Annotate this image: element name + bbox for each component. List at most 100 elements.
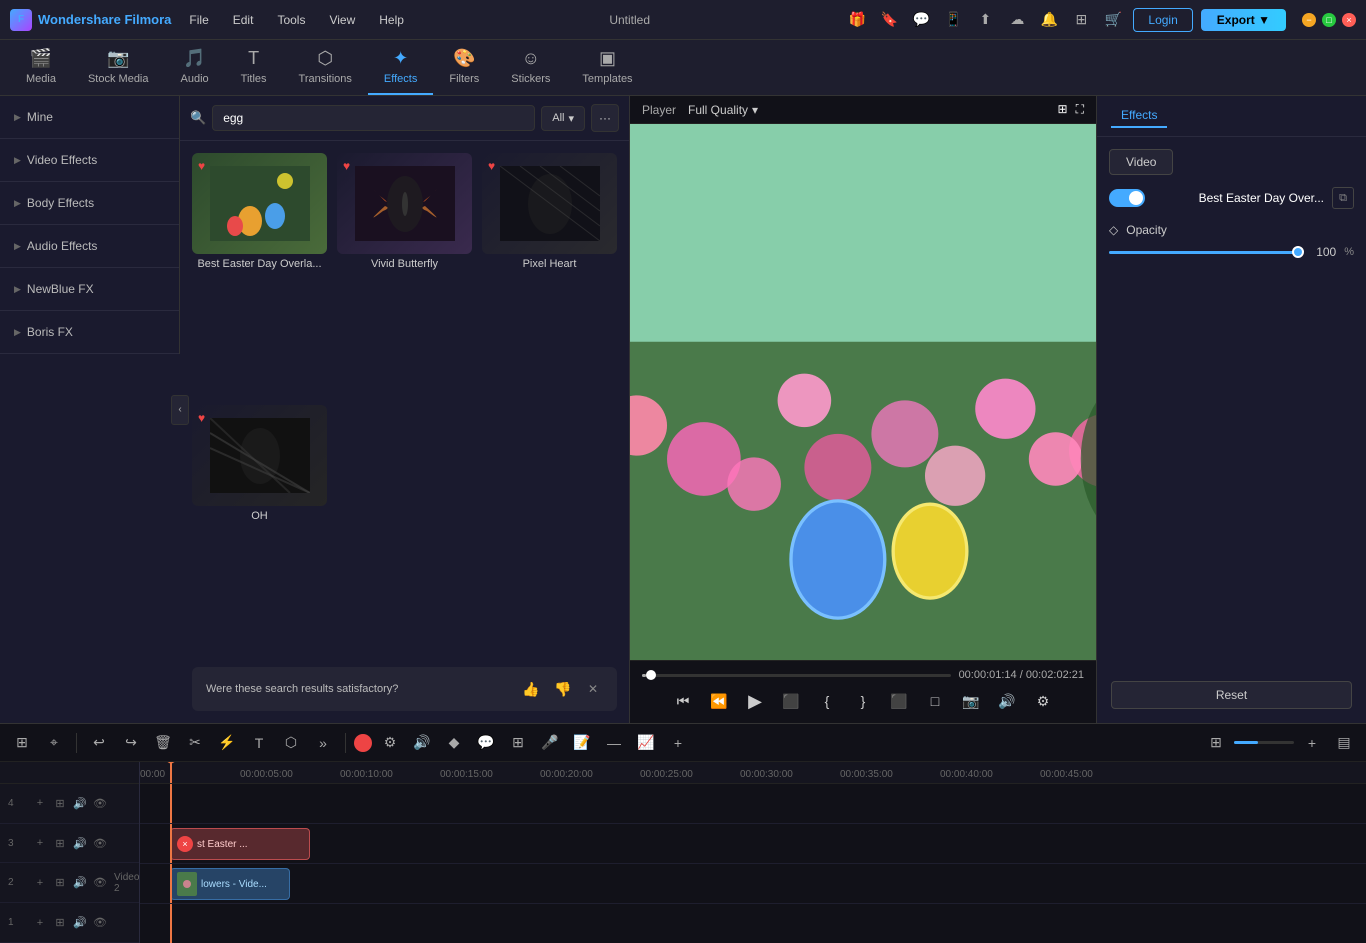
- timeline-track-1[interactable]: [140, 904, 1366, 943]
- apps-icon[interactable]: ⊞: [1069, 8, 1093, 32]
- cloud-icon[interactable]: ☁: [1005, 8, 1029, 32]
- crop-button[interactable]: ⬡: [277, 729, 305, 757]
- bell-icon[interactable]: 🔔: [1037, 8, 1061, 32]
- tab-filters[interactable]: 🎨 Filters: [433, 40, 495, 95]
- track-2-visibility[interactable]: 👁: [92, 875, 108, 891]
- step-back-button[interactable]: ⏪: [705, 687, 733, 715]
- search-input[interactable]: [212, 105, 535, 131]
- opacity-dot[interactable]: [1292, 246, 1304, 258]
- layout-button[interactable]: ▤: [1330, 729, 1358, 757]
- track-4-add[interactable]: +: [32, 795, 48, 811]
- menu-help[interactable]: Help: [369, 9, 414, 31]
- reset-button[interactable]: Reset: [1111, 681, 1352, 709]
- playhead[interactable]: [170, 762, 172, 783]
- clip-flowers-video[interactable]: lowers - Vide...: [170, 868, 290, 900]
- thumbs-down-button[interactable]: 👎: [551, 677, 575, 701]
- gift-icon[interactable]: 🎁: [845, 8, 869, 32]
- thumbs-up-button[interactable]: 👍: [519, 677, 543, 701]
- split-button[interactable]: ⚡: [213, 729, 241, 757]
- track-3-resize[interactable]: ⊞: [52, 835, 68, 851]
- grid-view-icon[interactable]: ⊞: [1058, 102, 1068, 117]
- in-point-button[interactable]: {: [813, 687, 841, 715]
- track-1-resize[interactable]: ⊞: [52, 915, 68, 931]
- more-button[interactable]: ⚙: [1029, 687, 1057, 715]
- video-tab-button[interactable]: Video: [1109, 149, 1173, 175]
- fit-to-screen-button[interactable]: ⊞: [8, 729, 36, 757]
- effect-card-oh[interactable]: ♥ OH: [192, 405, 327, 647]
- cut-button[interactable]: ✂: [181, 729, 209, 757]
- track-manager-button[interactable]: ⊞: [504, 729, 532, 757]
- phone-icon[interactable]: 📱: [941, 8, 965, 32]
- clip-easter-overlay[interactable]: × st Easter ...: [170, 828, 310, 860]
- tab-stock-media[interactable]: 📷 Stock Media: [72, 40, 165, 95]
- timeline-track-3[interactable]: × st Easter ...: [140, 824, 1366, 864]
- plus-button[interactable]: +: [664, 729, 692, 757]
- maximize-button[interactable]: □: [1322, 13, 1336, 27]
- effect-card-butterfly[interactable]: ♥ Vivid Butterfly: [337, 153, 472, 395]
- track-3-add[interactable]: +: [32, 835, 48, 851]
- quality-select[interactable]: Full Quality ▾: [688, 103, 758, 117]
- export-button[interactable]: Export ▼: [1201, 9, 1286, 31]
- track-4-resize[interactable]: ⊞: [52, 795, 68, 811]
- more-tools-button[interactable]: »: [309, 729, 337, 757]
- left-item-mine[interactable]: ▶ Mine: [0, 102, 179, 132]
- delete-button[interactable]: 🗑: [149, 729, 177, 757]
- tab-stickers[interactable]: ☺ Stickers: [495, 40, 566, 95]
- menu-tools[interactable]: Tools: [267, 9, 315, 31]
- opacity-slider[interactable]: [1109, 251, 1298, 254]
- track-3-audio[interactable]: 🔊: [72, 835, 88, 851]
- record-button[interactable]: [354, 734, 372, 752]
- track-1-audio[interactable]: 🔊: [72, 915, 88, 931]
- bookmark-icon[interactable]: 🔖: [877, 8, 901, 32]
- left-item-video-effects[interactable]: ▶ Video Effects: [0, 145, 179, 175]
- left-item-body-effects[interactable]: ▶ Body Effects: [0, 188, 179, 218]
- settings-button[interactable]: ⚙: [376, 729, 404, 757]
- voice-over-button[interactable]: 🎤: [536, 729, 564, 757]
- tab-effects[interactable]: ✦ Effects: [368, 40, 433, 95]
- out-point-button[interactable]: }: [849, 687, 877, 715]
- redo-button[interactable]: ↪: [117, 729, 145, 757]
- zoom-track[interactable]: [1234, 741, 1294, 744]
- stop-button[interactable]: ⬛: [777, 687, 805, 715]
- track-2-audio[interactable]: 🔊: [72, 875, 88, 891]
- add-to-timeline-button[interactable]: ⬛: [885, 687, 913, 715]
- track-2-add[interactable]: +: [32, 875, 48, 891]
- copy-effect-button[interactable]: ⧉: [1332, 187, 1354, 209]
- menu-view[interactable]: View: [319, 9, 365, 31]
- tab-transitions[interactable]: ⬡ Transitions: [283, 40, 368, 95]
- snapshot-button[interactable]: 📷: [957, 687, 985, 715]
- text-button[interactable]: T: [245, 729, 273, 757]
- track-4-audio[interactable]: 🔊: [72, 795, 88, 811]
- timeline-track-2[interactable]: lowers - Vide...: [140, 864, 1366, 904]
- left-item-audio-effects[interactable]: ▶ Audio Effects: [0, 231, 179, 261]
- progress-track[interactable]: [642, 674, 951, 677]
- track-4-visibility[interactable]: 👁: [92, 795, 108, 811]
- share-icon[interactable]: ⬆: [973, 8, 997, 32]
- undo-button[interactable]: ↩: [85, 729, 113, 757]
- subtitle-button[interactable]: 💬: [472, 729, 500, 757]
- login-button[interactable]: Login: [1133, 8, 1192, 32]
- close-button[interactable]: ×: [1342, 13, 1356, 27]
- auto-caption-button[interactable]: 📝: [568, 729, 596, 757]
- effect-card-pixel-heart[interactable]: ♥ Pixel Heart: [482, 153, 617, 395]
- tab-media[interactable]: 🎬 Media: [10, 40, 72, 95]
- add-marker-button[interactable]: ◆: [440, 729, 468, 757]
- zoom-out-button[interactable]: ⊞: [1202, 729, 1230, 757]
- minimize-button[interactable]: −: [1302, 13, 1316, 27]
- filter-dropdown[interactable]: All ▾: [541, 106, 585, 131]
- effect-toggle[interactable]: [1109, 189, 1145, 207]
- right-tab-effects[interactable]: Effects: [1111, 104, 1167, 128]
- track-1-visibility[interactable]: 👁: [92, 915, 108, 931]
- track-2-resize[interactable]: ⊞: [52, 875, 68, 891]
- pip-button[interactable]: □: [921, 687, 949, 715]
- silent-detection-button[interactable]: —: [600, 729, 628, 757]
- clip-close-button[interactable]: ×: [177, 836, 193, 852]
- tab-audio[interactable]: 🎵 Audio: [165, 40, 225, 95]
- left-item-boris[interactable]: ▶ Boris FX: [0, 317, 179, 347]
- zoom-in-button[interactable]: +: [1298, 729, 1326, 757]
- speed-ramping-button[interactable]: 📈: [632, 729, 660, 757]
- cart-icon[interactable]: 🛒: [1101, 8, 1125, 32]
- progress-dot[interactable]: [646, 670, 656, 680]
- effect-card-easter[interactable]: ♥ Best Easter Day Overla...: [192, 153, 327, 395]
- collapse-panel-button[interactable]: ‹: [171, 395, 189, 425]
